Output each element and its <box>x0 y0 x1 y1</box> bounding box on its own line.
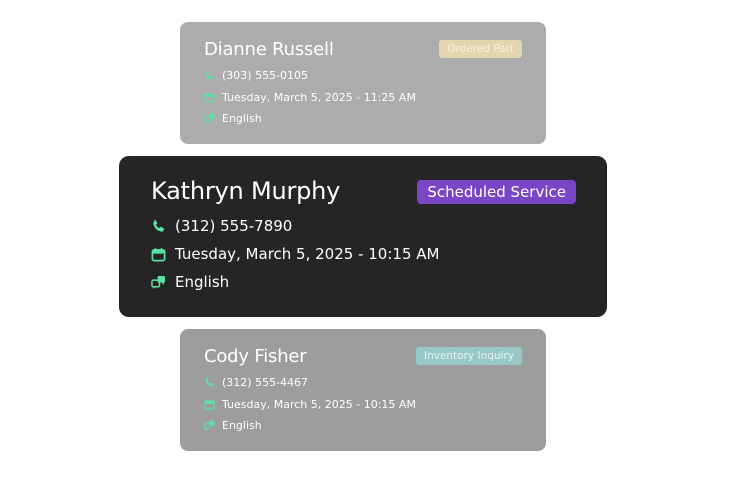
language-icon <box>151 275 166 290</box>
datetime-row: Tuesday, March 5, 2025 - 10:15 AM <box>151 244 439 264</box>
contact-card-dianne-russell[interactable]: Dianne Russell Ordered Part (303) 555-01… <box>180 22 546 144</box>
contact-card-kathryn-murphy[interactable]: Kathryn Murphy Scheduled Service (312) 5… <box>119 156 607 317</box>
contact-card-cody-fisher[interactable]: Cody Fisher Inventory Inquiry (312) 555-… <box>180 329 546 451</box>
appointment-datetime: Tuesday, March 5, 2025 - 10:15 AM <box>222 397 416 411</box>
phone-number: (303) 555-0105 <box>222 68 309 82</box>
phone-icon <box>204 70 215 81</box>
contact-name: Kathryn Murphy <box>151 177 341 205</box>
calendar-icon <box>204 399 215 410</box>
contact-name: Cody Fisher <box>204 346 307 367</box>
phone-icon <box>204 377 215 388</box>
language-row: English <box>204 418 262 432</box>
language-label: English <box>222 111 262 125</box>
language-row: English <box>151 272 229 292</box>
datetime-row: Tuesday, March 5, 2025 - 10:15 AM <box>204 397 416 411</box>
phone-row: (312) 555-7890 <box>151 216 292 236</box>
appointment-datetime: Tuesday, March 5, 2025 - 10:15 AM <box>175 245 440 263</box>
status-badge: Inventory Inquiry <box>415 347 522 365</box>
phone-row: (312) 555-4467 <box>204 375 308 389</box>
language-label: English <box>222 418 262 432</box>
calendar-icon <box>151 247 166 262</box>
phone-row: (303) 555-0105 <box>204 68 308 82</box>
datetime-row: Tuesday, March 5, 2025 - 11:25 AM <box>204 90 416 104</box>
phone-icon <box>151 219 166 234</box>
contact-name: Dianne Russell <box>204 39 334 60</box>
language-icon <box>204 113 215 124</box>
status-badge: Scheduled Service <box>417 180 576 204</box>
language-label: English <box>175 273 230 291</box>
appointment-datetime: Tuesday, March 5, 2025 - 11:25 AM <box>222 90 416 104</box>
phone-number: (312) 555-4467 <box>222 375 309 389</box>
phone-number: (312) 555-7890 <box>175 217 293 235</box>
calendar-icon <box>204 92 215 103</box>
status-badge: Ordered Part <box>439 40 522 58</box>
language-icon <box>204 420 215 431</box>
language-row: English <box>204 111 262 125</box>
